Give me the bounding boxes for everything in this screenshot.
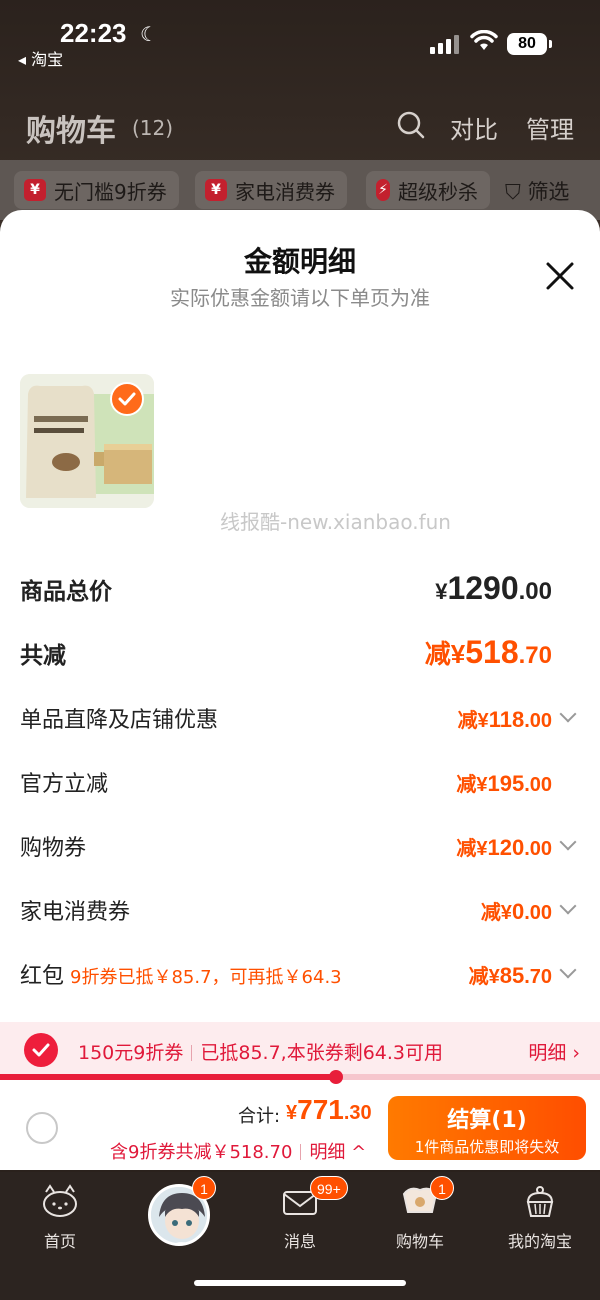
messages-badge: 99+ — [310, 1176, 348, 1200]
discount-row-appliance-coupon[interactable]: 家电消费券 减¥0.00 — [20, 894, 580, 928]
total-reduce-label: 共减 — [20, 643, 66, 669]
total-price-row: 商品总价 ¥1290.00 — [20, 570, 580, 612]
status-time: 22:23 — [60, 18, 127, 48]
chip-flash-sale[interactable]: ⚡ 超级秒杀 — [366, 171, 490, 209]
discount-label: 购物券 — [20, 836, 87, 861]
red-packet-note: 9折券已抵￥85.7，可再抵￥64.3 — [70, 967, 342, 988]
tab-label: 首页 — [43, 1232, 76, 1251]
discount-label: 红包 9折券已抵￥85.7，可再抵￥64.3 — [20, 964, 342, 989]
chevron-down-icon — [559, 897, 577, 915]
selected-check-icon — [110, 382, 144, 416]
discount-label: 家电消费券 — [20, 900, 131, 925]
filter-button[interactable]: ⛉ 筛选 — [505, 176, 569, 206]
filter-icon: ⛉ — [505, 180, 521, 204]
chip-appliance-coupon[interactable]: ¥ 家电消费券 — [195, 171, 347, 209]
divider — [300, 1144, 302, 1160]
tab-home[interactable]: 首页 — [0, 1172, 120, 1262]
total-price-value: ¥1290.00 — [435, 570, 552, 606]
discount-row-official: 官方立减 减¥195.00 — [20, 766, 580, 800]
coupon-progress-fill — [0, 1074, 336, 1080]
lightning-icon: ⚡ — [376, 179, 390, 201]
sheet-subtitle: 实际优惠金额请以下单页为准 — [170, 286, 430, 310]
chip-no-threshold-coupon[interactable]: ¥ 无门槛9折券 — [14, 171, 179, 209]
checkout-label: 结算(1) — [447, 1108, 527, 1133]
cart-count: (12) — [132, 116, 174, 140]
coupon-name: 150元9折券 — [78, 1042, 184, 1064]
tab-cart[interactable]: 1 购物车 — [360, 1172, 480, 1262]
coupon-progress-bar — [0, 1070, 600, 1084]
checkout-button[interactable]: 结算(1) 1件商品优惠即将失效 — [388, 1096, 586, 1160]
back-to-app-link[interactable]: ◂ 淘宝 — [18, 46, 63, 70]
tab-label: 我的淘宝 — [507, 1232, 572, 1251]
total-reduce-summary: 含9折券共减￥518.70 明细 ^ — [110, 1142, 367, 1163]
page-title: 购物车 — [26, 114, 116, 149]
coupon-icon: ¥ — [205, 179, 227, 201]
select-all-checkbox[interactable] — [26, 1112, 58, 1144]
chip-label: 超级秒杀 — [398, 179, 478, 204]
chevron-down-icon — [559, 961, 577, 979]
discount-label: 单品直降及店铺优惠 — [20, 708, 219, 733]
discount-value: 减¥0.00 — [480, 899, 552, 924]
coupon-status: 已抵85.7,本张券剩64.3可用 — [200, 1042, 444, 1064]
total-amount: ¥771.30 — [286, 1094, 372, 1125]
cellular-signal-icon — [430, 34, 460, 54]
tab-label: 消息 — [283, 1232, 316, 1251]
search-icon[interactable] — [396, 110, 425, 139]
discount-value: 减¥85.70 — [468, 963, 552, 988]
product-thumbnail[interactable] — [20, 374, 154, 508]
close-icon[interactable] — [542, 258, 578, 294]
coupon-info: 150元9折券 已抵85.7,本张券剩64.3可用 — [78, 1038, 443, 1065]
battery-indicator: 80 — [507, 33, 552, 55]
compare-button[interactable]: 对比 — [450, 110, 498, 145]
discount-row-shopping-coupon[interactable]: 购物券 减¥120.00 — [20, 830, 580, 864]
checkout-subtext: 1件商品优惠即将失效 — [414, 1138, 560, 1156]
cart-badge: 1 — [430, 1176, 454, 1200]
tab-messages[interactable]: 99+ 消息 — [240, 1172, 360, 1262]
coupon-check-icon[interactable] — [24, 1033, 58, 1067]
discount-row-red-packet[interactable]: 红包 9折券已抵￥85.7，可再抵￥64.3 减¥85.70 — [20, 958, 580, 992]
total-price-label: 商品总价 — [20, 579, 112, 605]
chip-label: 无门槛9折券 — [54, 179, 167, 204]
total-label: 合计: — [238, 1106, 281, 1127]
manage-button[interactable]: 管理 — [526, 110, 574, 145]
sheet-title: 金额明细 — [243, 245, 356, 278]
discount-value: 减¥118.00 — [457, 707, 552, 732]
tab-my-taobao[interactable]: 我的淘宝 — [480, 1172, 600, 1262]
wifi-icon — [470, 29, 498, 58]
chip-label: 家电消费券 — [235, 179, 335, 204]
coupon-progress-knob — [329, 1070, 343, 1084]
cupcake-profile-icon — [520, 1184, 560, 1220]
total-reduce-value: 减¥518.70 — [424, 634, 552, 670]
chevron-down-icon — [559, 705, 577, 723]
filter-label: 筛选 — [527, 180, 570, 204]
home-indicator — [194, 1280, 406, 1286]
hello-kitty-home-icon — [40, 1184, 80, 1220]
avatar-badge: 1 — [192, 1176, 216, 1200]
coupon-bar[interactable]: 150元9折券 已抵85.7,本张券剩64.3可用 明细 › — [0, 1022, 600, 1078]
discount-value: 减¥120.00 — [456, 835, 552, 860]
tab-label: 购物车 — [395, 1232, 444, 1251]
total-reduce-row: 共减 减¥518.70 — [20, 634, 580, 676]
chevron-down-icon — [559, 833, 577, 851]
discount-value: 减¥195.00 — [456, 771, 552, 796]
divider — [191, 1045, 193, 1061]
tab-avatar[interactable]: 1 — [120, 1172, 240, 1262]
discount-row-store[interactable]: 单品直降及店铺优惠 减¥118.00 — [20, 702, 580, 736]
coupon-icon: ¥ — [24, 179, 46, 201]
moon-icon: ☾ — [140, 22, 158, 46]
watermark-text: 线报酷-new.xianbao.fun — [220, 510, 451, 534]
discount-label: 官方立减 — [20, 772, 109, 797]
footer-detail-link[interactable]: 明细 ^ — [309, 1142, 366, 1163]
coupon-detail-link[interactable]: 明细 › — [528, 1038, 580, 1065]
amount-detail-sheet: 金额明细 实际优惠金额请以下单页为准 线报酷-new.xianbao.fun 商… — [0, 210, 600, 1170]
